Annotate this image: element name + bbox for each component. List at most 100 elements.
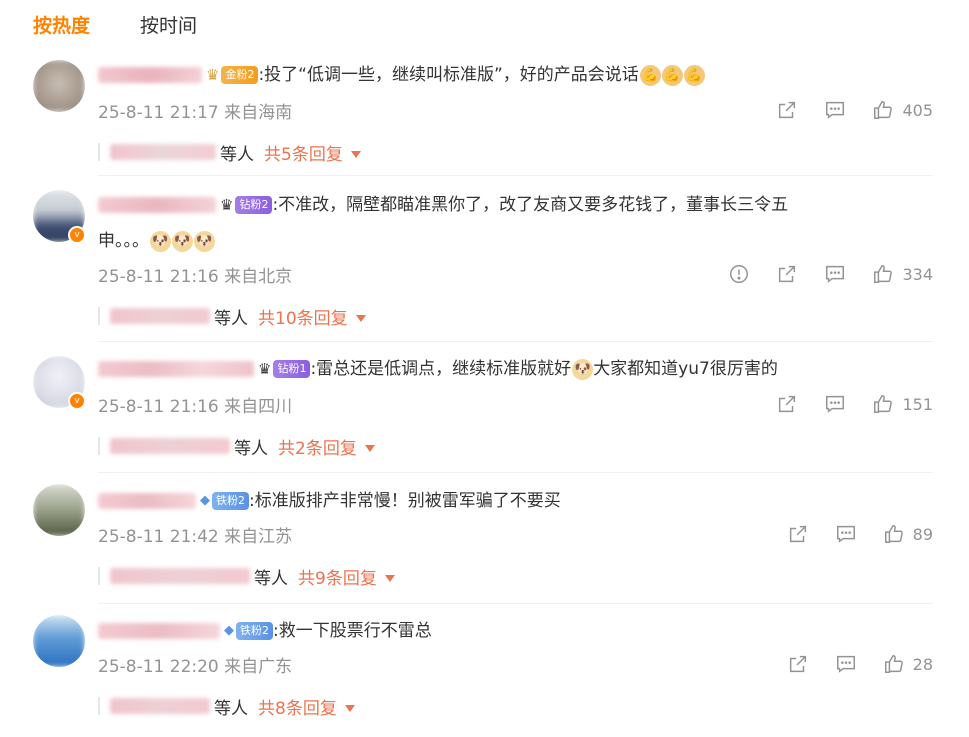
replyer-names[interactable] <box>110 438 230 454</box>
like-button[interactable]: 334 <box>872 263 933 285</box>
fan-badge: 金粉2 <box>221 66 259 84</box>
comment-meta: 25-8-11 21:16 来自四川 <box>98 397 293 417</box>
share-icon <box>779 265 796 283</box>
comment-text: :不准改，隔壁都瞄准黑你了，改了友商又要多花钱了，董事长三令五 <box>272 195 789 215</box>
thumbs-up-icon <box>874 395 893 413</box>
comment-meta: 25-8-11 22:20 来自广东 <box>98 657 293 677</box>
reply-count: 共10条回复 <box>258 308 348 329</box>
username[interactable] <box>98 197 216 213</box>
comment-button[interactable] <box>835 653 857 675</box>
verified-badge-icon: v <box>68 226 86 244</box>
comment-text: :雷总还是低调点，继续标准版就好 <box>310 359 572 379</box>
comment-icon <box>826 395 845 413</box>
flex-emoji-icon: 💪 <box>661 64 683 86</box>
share-button[interactable] <box>776 263 798 285</box>
username[interactable] <box>98 361 254 377</box>
fan-badge: 钻粉1 <box>273 360 311 378</box>
like-button[interactable]: 151 <box>872 393 933 415</box>
view-replies-link[interactable]: 共8条回复 <box>258 694 355 719</box>
like-count: 28 <box>912 654 933 674</box>
comment-icon <box>826 101 845 119</box>
reply-count: 共5条回复 <box>264 144 343 165</box>
comment-icon <box>836 655 855 673</box>
report-button[interactable] <box>728 263 750 285</box>
username[interactable] <box>98 623 220 639</box>
reply-divider <box>98 143 100 161</box>
comment-meta: 25-8-11 21:42 来自江苏 <box>98 527 293 547</box>
verified-badge-icon: v <box>68 392 86 410</box>
tab-time[interactable]: 按时间 <box>140 11 197 38</box>
comment-meta: 25-8-11 21:16 来自北京 <box>98 267 293 287</box>
replyer-suffix: 等人 <box>214 698 248 719</box>
replyer-suffix: 等人 <box>234 438 268 459</box>
view-replies-link[interactable]: 共10条回复 <box>258 304 366 329</box>
share-icon <box>789 655 806 673</box>
divider <box>98 472 933 473</box>
comment-item: v ♛ 钻粉1:雷总还是低调点，继续标准版就好 🐶 大家都知道yu7很厉害的 25-8… <box>0 352 969 470</box>
comment-actions: 405 <box>750 98 933 122</box>
comment-meta: 25-8-11 21:17 来自海南 <box>98 103 293 123</box>
replyer-names[interactable] <box>110 144 216 160</box>
share-button[interactable] <box>776 393 798 415</box>
reply-divider <box>98 697 100 715</box>
replyer-names[interactable] <box>110 308 210 324</box>
comment-header: ◆ 铁粉2:救一下股票行不雷总 <box>98 618 432 644</box>
comment-text: 大家都知道yu7很厉害的 <box>593 359 778 379</box>
like-button[interactable]: 89 <box>883 523 933 545</box>
comment-button[interactable] <box>824 393 846 415</box>
share-button[interactable] <box>787 523 809 545</box>
comment-header: ♛ 钻粉1:雷总还是低调点，继续标准版就好 🐶 大家都知道yu7很厉害的 <box>98 356 778 382</box>
like-count: 405 <box>902 100 933 120</box>
comment-actions: 334 <box>702 262 933 286</box>
username[interactable] <box>98 67 202 83</box>
comment-header: ◆ 铁粉2:标准版排产非常慢！别被雷军骗了不要买 <box>98 488 561 514</box>
comment-text: :标准版排产非常慢！别被雷军骗了不要买 <box>249 491 561 511</box>
caret-down-icon <box>344 705 355 712</box>
flex-emoji-icon: 💪 <box>639 64 661 86</box>
fan-badge: 钻粉2 <box>235 196 273 214</box>
reply-summary: 等人 共9条回复 <box>98 564 395 589</box>
view-replies-link[interactable]: 共9条回复 <box>298 564 395 589</box>
view-replies-link[interactable]: 共2条回复 <box>278 434 375 459</box>
comment-icon <box>836 525 855 543</box>
reply-divider <box>98 437 100 455</box>
divider <box>98 603 933 604</box>
replyer-names[interactable] <box>110 568 250 584</box>
share-button[interactable] <box>787 653 809 675</box>
avatar[interactable] <box>33 60 85 112</box>
share-button[interactable] <box>776 99 798 121</box>
thumbs-up-icon <box>884 655 903 673</box>
comment-header: ♛ 钻粉2:不准改，隔壁都瞄准黑你了，改了友商又要多花钱了，董事长三令五 <box>98 192 788 218</box>
reply-summary: 等人 共2条回复 <box>98 434 375 459</box>
reply-divider <box>98 307 100 325</box>
caret-down-icon <box>364 445 375 452</box>
replyer-names[interactable] <box>110 698 210 714</box>
like-button[interactable]: 28 <box>883 653 933 675</box>
comment-actions: 28 <box>761 652 933 676</box>
tab-hot[interactable]: 按热度 <box>33 11 90 38</box>
caret-down-icon <box>384 575 395 582</box>
like-button[interactable]: 405 <box>872 99 933 121</box>
like-count: 89 <box>912 524 933 544</box>
comment-button[interactable] <box>824 99 846 121</box>
fan-badge: 铁粉2 <box>236 622 273 640</box>
comment-text: :投了“低调一些，继续叫标准版”，好的产品会说话 <box>258 65 639 85</box>
reply-count: 共9条回复 <box>298 568 377 589</box>
comment-button[interactable] <box>824 263 846 285</box>
username[interactable] <box>98 493 196 509</box>
diamond-icon: ◆ <box>224 623 234 638</box>
comment-text: :救一下股票行不雷总 <box>273 621 432 641</box>
comment-actions: 89 <box>761 522 933 546</box>
divider <box>98 175 933 176</box>
comment-text: 申。。。 <box>98 231 149 251</box>
comment-item: ◆ 铁粉2:标准版排产非常慢！别被雷军骗了不要买 25-8-11 21:42 来自… <box>0 482 969 600</box>
comment-button[interactable] <box>835 523 857 545</box>
report-icon <box>730 265 749 283</box>
avatar[interactable] <box>33 615 85 667</box>
caret-down-icon <box>350 151 361 158</box>
comment-icon <box>826 265 845 283</box>
caret-down-icon <box>355 315 366 322</box>
view-replies-link[interactable]: 共5条回复 <box>264 140 361 165</box>
reply-summary: 等人 共5条回复 <box>98 140 361 165</box>
avatar[interactable] <box>33 484 85 536</box>
